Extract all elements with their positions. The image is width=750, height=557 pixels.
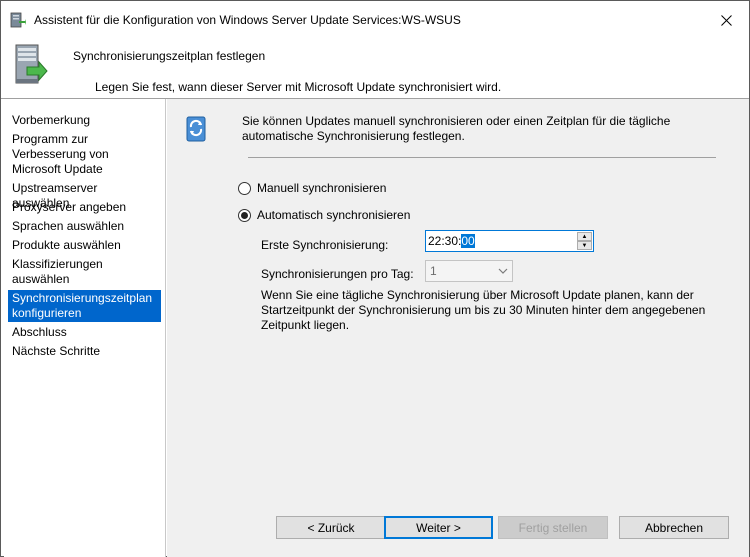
nav-item-vorbemerkung[interactable]: Vorbemerkung xyxy=(8,112,161,129)
page-title: Synchronisierungszeitplan festlegen xyxy=(73,49,266,63)
nav-item-klassifizierungen[interactable]: Klassifizierungen auswählen xyxy=(8,256,161,288)
per-day-label: Synchronisierungen pro Tag: xyxy=(261,267,414,281)
nav-item-verbesserungsprogramm[interactable]: Programm zur Verbesserung von Microsoft … xyxy=(8,131,161,178)
chevron-down-icon xyxy=(498,268,508,274)
next-button[interactable]: Weiter > xyxy=(384,516,493,539)
wsus-app-icon xyxy=(10,12,26,28)
syncs-per-day-dropdown[interactable]: 1 xyxy=(425,260,513,282)
window-title: Assistent für die Konfiguration von Wind… xyxy=(34,13,461,27)
radio-manual-circle[interactable] xyxy=(238,181,251,195)
nav-item-sprachen[interactable]: Sprachen auswählen xyxy=(8,218,161,235)
spin-down-button[interactable]: ▼ xyxy=(577,241,592,250)
sync-info-text: Wenn Sie eine tägliche Synchronisierung … xyxy=(261,288,706,332)
page-description: Legen Sie fest, wann dieser Server mit M… xyxy=(95,80,502,94)
time-selected-segment: 00 xyxy=(461,234,475,248)
wizard-navigation: Vorbemerkung Programm zur Verbesserung v… xyxy=(4,99,166,557)
radio-auto-label: Automatisch synchronisieren xyxy=(257,208,411,222)
spin-down-icon: ▼ xyxy=(581,242,588,249)
radio-manual-sync[interactable]: Manuell synchronisieren xyxy=(238,181,386,195)
radio-manual-label: Manuell synchronisieren xyxy=(257,181,387,195)
content-pane: Sie können Updates manuell synchronisier… xyxy=(167,99,749,557)
server-update-icon xyxy=(15,44,48,84)
sync-icon xyxy=(186,116,206,142)
spin-up-button[interactable]: ▲ xyxy=(577,232,592,241)
page-header: Synchronisierungszeitplan festlegen Lege… xyxy=(1,39,749,98)
first-sync-label: Erste Synchronisierung: xyxy=(261,238,389,252)
nav-item-produkte[interactable]: Produkte auswählen xyxy=(8,237,161,254)
radio-auto-sync[interactable]: Automatisch synchronisieren xyxy=(238,208,410,222)
finish-button[interactable]: Fertig stellen xyxy=(498,516,608,539)
first-sync-time-input[interactable]: 22:30:00 ▲ ▼ xyxy=(425,230,594,252)
syncs-per-day-value: 1 xyxy=(430,264,437,278)
cancel-button[interactable]: Abbrechen xyxy=(619,516,729,539)
spin-up-icon: ▲ xyxy=(581,233,588,240)
close-button[interactable] xyxy=(703,1,749,39)
wizard-window: Assistent für die Konfiguration von Wind… xyxy=(0,0,750,557)
title-bar: Assistent für die Konfiguration von Wind… xyxy=(1,1,749,39)
radio-auto-circle[interactable] xyxy=(238,208,251,222)
first-sync-time-value: 22:30:00 xyxy=(428,234,475,248)
nav-item-naechste-schritte[interactable]: Nächste Schritte xyxy=(8,343,161,360)
content-divider xyxy=(248,157,716,158)
nav-item-synchronisierungszeitplan[interactable]: Synchronisierungszeitplan konfigurieren xyxy=(8,290,161,322)
time-spinner[interactable]: ▲ ▼ xyxy=(577,232,592,250)
intro-text: Sie können Updates manuell synchronisier… xyxy=(242,114,671,143)
back-button[interactable]: < Zurück xyxy=(276,516,386,539)
nav-item-proxyserver[interactable]: Proxyserver angeben xyxy=(8,199,161,216)
close-icon xyxy=(720,14,732,26)
nav-item-abschluss[interactable]: Abschluss xyxy=(8,324,161,341)
